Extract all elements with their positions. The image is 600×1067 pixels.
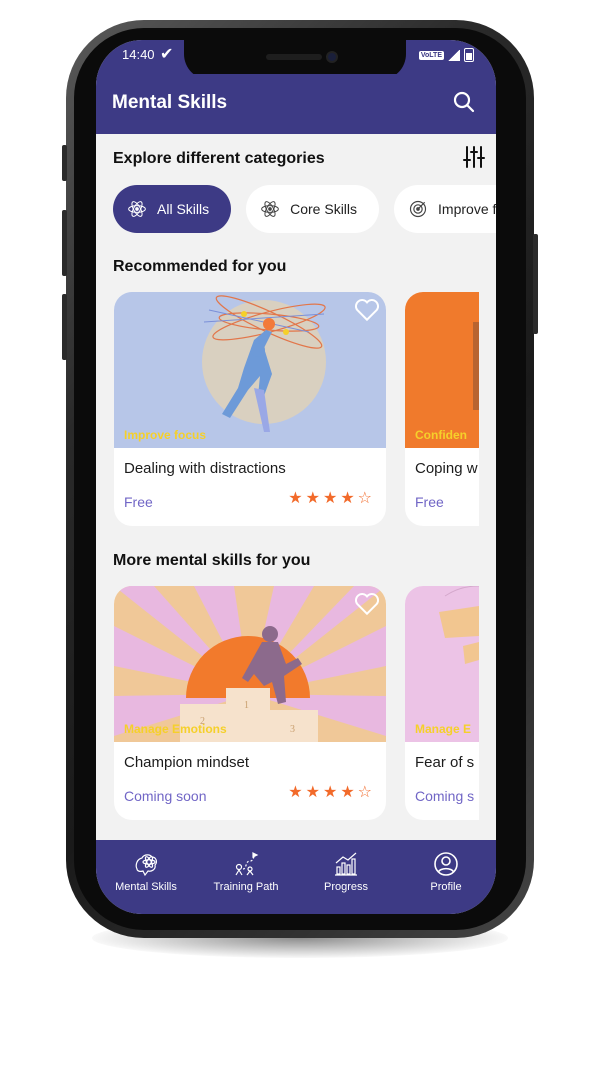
card-category: Manage Emotions [124, 722, 227, 736]
svg-text:1: 1 [244, 700, 249, 711]
category-chips: All Skills Core Skills Improve fo [113, 185, 496, 233]
star-rating: ★ ★ ★ ★ ☆ [288, 490, 372, 508]
card-category: Manage E [415, 722, 472, 736]
atom-icon [128, 201, 146, 217]
card-title: Champion mindset [124, 754, 250, 771]
power-button [533, 234, 538, 334]
chip-core-skills[interactable]: Core Skills [246, 185, 380, 233]
card-price: Free [415, 494, 444, 510]
card-category: Confiden [415, 428, 467, 442]
card-price: Free [124, 494, 153, 510]
card-illustration: Manage E [405, 586, 479, 742]
heart-icon[interactable] [354, 298, 380, 322]
target-icon [409, 200, 427, 218]
screen: 14:40 ✔ VoLTE Mental Skills Explore diff… [96, 40, 496, 914]
nav-progress[interactable]: Progress [296, 840, 396, 914]
mute-switch [62, 145, 67, 181]
skill-card[interactable]: Confiden Coping w Free [405, 292, 479, 526]
card-title: Fear of s [415, 754, 475, 771]
star-filled-icon: ★ [340, 784, 355, 801]
filter-icon[interactable] [462, 145, 486, 169]
skill-card[interactable]: Manage E Fear of s Coming s [405, 586, 479, 820]
skill-card[interactable]: 2 1 3 Manage Emotions Champion mindset C… [114, 586, 386, 820]
svg-text:3: 3 [290, 724, 295, 735]
camera [326, 51, 338, 63]
card-illustration: Improve focus [114, 292, 386, 448]
volume-down-button [62, 294, 67, 360]
volte-badge: VoLTE [418, 50, 444, 60]
card-price: Coming soon [124, 788, 207, 804]
nav-profile[interactable]: Profile [396, 840, 496, 914]
star-filled-icon: ★ [305, 490, 320, 507]
card-category: Improve focus [124, 428, 207, 442]
star-empty-icon: ☆ [357, 784, 372, 801]
recommended-heading: Recommended for you [113, 258, 287, 275]
nav-training-path[interactable]: Training Path [196, 840, 296, 914]
chip-all-skills[interactable]: All Skills [113, 185, 232, 233]
nav-mental-skills[interactable]: Mental Skills [96, 840, 196, 914]
star-filled-icon: ★ [322, 784, 338, 801]
nav-label: Training Path [213, 881, 279, 893]
nav-label: Progress [323, 881, 369, 893]
skill-card[interactable]: Improve focus Dealing with distractions … [114, 292, 386, 526]
battery-icon [464, 48, 474, 62]
signal-icon [448, 49, 460, 61]
volume-up-button [62, 210, 67, 276]
nav-label: Mental Skills [115, 881, 177, 893]
brain-icon [135, 854, 158, 877]
more-skills-heading: More mental skills for you [113, 552, 311, 569]
categories-heading: Explore different categories [113, 150, 325, 167]
star-filled-icon: ★ [322, 490, 338, 507]
star-filled-icon: ★ [340, 490, 355, 507]
star-filled-icon: ★ [288, 490, 303, 507]
bottom-navigation: Mental Skills Training Path Progress Pro… [96, 840, 496, 914]
star-rating: ★ ★ ★ ★ ☆ [288, 784, 372, 802]
app-bar: Mental Skills [96, 74, 496, 134]
star-filled-icon: ★ [288, 784, 303, 801]
atom-icon [261, 201, 279, 217]
check-icon: ✔ [160, 46, 174, 63]
user-icon [434, 852, 458, 876]
card-price: Coming s [415, 788, 475, 804]
card-title: Coping w [415, 460, 478, 477]
card-illustration: Confiden [405, 292, 479, 448]
search-icon[interactable] [452, 90, 476, 114]
heart-icon[interactable] [354, 592, 380, 616]
star-empty-icon: ☆ [357, 490, 372, 507]
chip-label: All Skills [157, 201, 210, 217]
chart-icon [335, 852, 357, 876]
chip-label: Improve fo [438, 201, 496, 217]
status-time: 14:40 [122, 47, 155, 62]
card-illustration: 2 1 3 Manage Emotions [114, 586, 386, 742]
page-title: Mental Skills [112, 92, 228, 113]
chip-improve-focus[interactable]: Improve fo [394, 185, 496, 233]
card-title: Dealing with distractions [124, 460, 286, 477]
path-icon [235, 852, 259, 876]
star-filled-icon: ★ [305, 784, 320, 801]
chip-label: Core Skills [290, 201, 358, 217]
nav-label: Profile [430, 881, 462, 893]
